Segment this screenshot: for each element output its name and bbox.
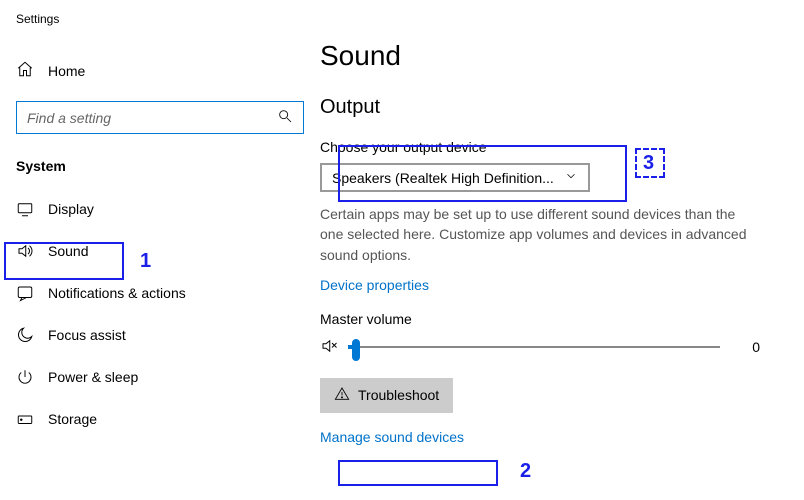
- sidebar-item-focus-assist[interactable]: Focus assist: [0, 314, 320, 356]
- master-volume-label: Master volume: [320, 311, 794, 327]
- home-nav[interactable]: Home: [0, 50, 320, 91]
- sidebar-item-notifications[interactable]: Notifications & actions: [0, 272, 320, 314]
- device-properties-link[interactable]: Device properties: [320, 277, 429, 293]
- sidebar-item-display[interactable]: Display: [0, 188, 320, 230]
- storage-icon: [16, 410, 34, 428]
- sidebar-item-sound[interactable]: Sound: [0, 230, 320, 272]
- sidebar-item-label: Storage: [48, 411, 97, 427]
- master-volume-row: 0: [320, 337, 760, 358]
- sidebar-item-label: Focus assist: [48, 327, 126, 343]
- sidebar: Settings Home System Display Sound Notif…: [0, 0, 320, 500]
- sound-icon: [16, 242, 34, 260]
- sidebar-item-power[interactable]: Power & sleep: [0, 356, 320, 398]
- chevron-down-icon: [564, 169, 578, 186]
- output-heading: Output: [320, 96, 794, 119]
- focus-assist-icon: [16, 326, 34, 344]
- home-label: Home: [48, 63, 85, 79]
- power-icon: [16, 368, 34, 386]
- sidebar-item-label: Sound: [48, 243, 88, 259]
- output-device-dropdown[interactable]: Speakers (Realtek High Definition...: [320, 163, 590, 192]
- volume-mute-icon[interactable]: [320, 337, 338, 358]
- manage-sound-devices-link[interactable]: Manage sound devices: [320, 429, 464, 445]
- troubleshoot-label: Troubleshoot: [358, 387, 439, 403]
- troubleshoot-button[interactable]: Troubleshoot: [320, 378, 453, 413]
- sidebar-item-storage[interactable]: Storage: [0, 398, 320, 440]
- sidebar-section-title: System: [0, 154, 320, 188]
- output-device-selected: Speakers (Realtek High Definition...: [332, 170, 554, 186]
- search-icon: [277, 108, 293, 127]
- notifications-icon: [16, 284, 34, 302]
- sidebar-item-label: Display: [48, 201, 94, 217]
- page-title: Sound: [320, 40, 794, 72]
- volume-slider[interactable]: [348, 346, 720, 348]
- display-icon: [16, 200, 34, 218]
- sidebar-item-label: Notifications & actions: [48, 285, 186, 301]
- content-area: Sound Output Choose your output device S…: [320, 0, 804, 500]
- warning-icon: [334, 386, 350, 405]
- sidebar-item-label: Power & sleep: [48, 369, 138, 385]
- app-title: Settings: [0, 12, 320, 50]
- search-input[interactable]: [27, 110, 277, 126]
- volume-value: 0: [730, 339, 760, 355]
- home-icon: [16, 60, 34, 81]
- output-device-label: Choose your output device: [320, 139, 794, 155]
- search-box[interactable]: [16, 101, 304, 134]
- volume-slider-thumb[interactable]: [352, 339, 360, 361]
- output-description: Certain apps may be set up to use differ…: [320, 204, 760, 265]
